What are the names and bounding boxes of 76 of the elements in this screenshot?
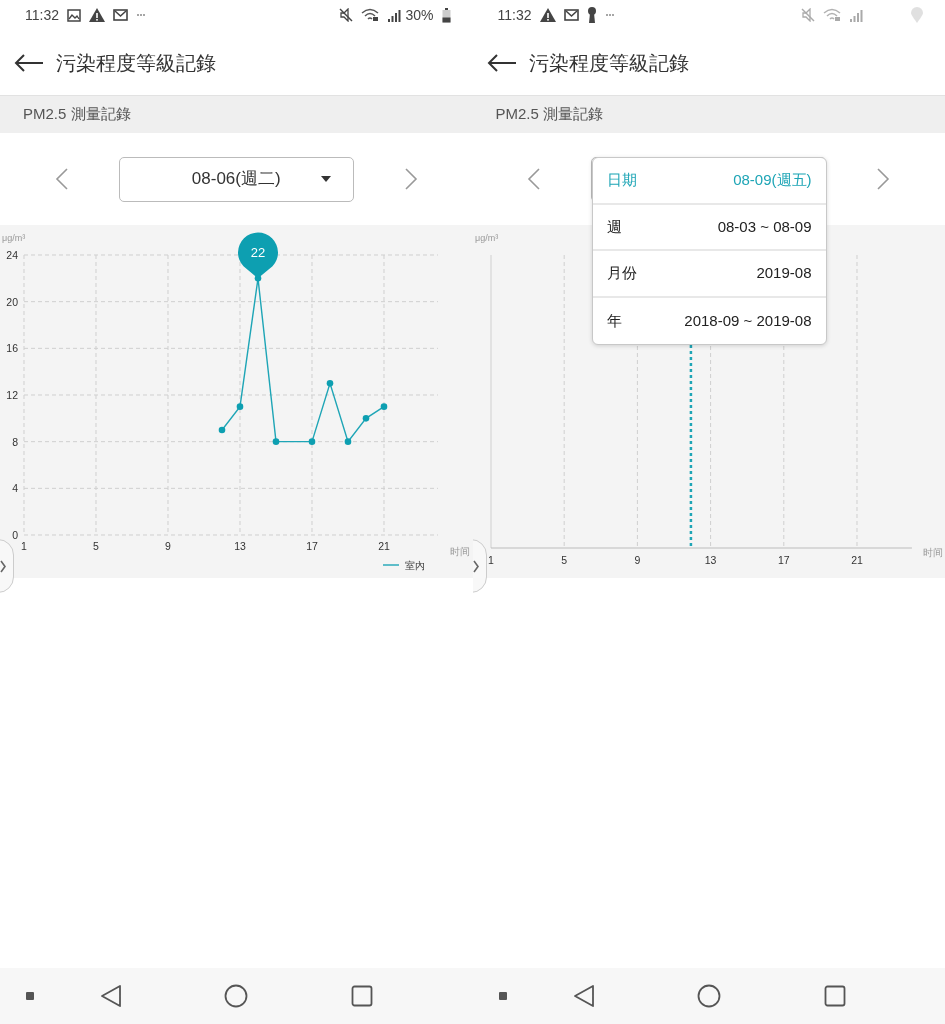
mute-icon — [801, 8, 815, 22]
axis-tick-label: 1 — [487, 554, 494, 566]
menu-item[interactable]: 週 08-03 ~ 08-09 — [592, 204, 826, 251]
status-time: 11:32 — [25, 5, 59, 25]
axis-tick-label: 17 — [777, 554, 790, 566]
recent-apps-icon[interactable] — [351, 985, 373, 1007]
data-point — [272, 438, 280, 445]
data-point — [236, 403, 244, 410]
axis-tick-label: 16 — [6, 342, 18, 355]
menu-item[interactable]: 月份 2019-08 — [592, 251, 826, 298]
axis-tick-label: 5 — [560, 554, 567, 566]
unit-label: μg/m³ — [474, 233, 498, 243]
screen-title: 污染程度等級記錄 — [528, 50, 689, 76]
data-point — [344, 438, 352, 445]
mute-icon — [339, 8, 354, 22]
menu-item[interactable]: 年 2018-09 ~ 2019-08 — [592, 297, 826, 344]
axis-tick-label: 17 — [306, 540, 318, 552]
axis-tick-label: 21 — [850, 554, 863, 566]
home-icon[interactable] — [696, 984, 721, 1008]
axis-tick-label: 0 — [12, 529, 18, 541]
next-icon[interactable] — [876, 168, 891, 190]
axis-tick-label: 1 — [21, 540, 27, 552]
keyhole-icon — [586, 7, 597, 23]
data-point — [326, 380, 334, 387]
legend-label: 室內 — [405, 560, 425, 571]
data-point — [308, 438, 316, 445]
previous-icon[interactable] — [527, 168, 542, 190]
recent-apps-icon[interactable] — [823, 985, 846, 1007]
status-time: 11:32 — [497, 5, 532, 25]
axis-tick-label: 13 — [704, 554, 716, 566]
data-point — [218, 426, 226, 434]
back-icon[interactable] — [100, 984, 122, 1008]
axis-tick-label: 4 — [12, 482, 18, 495]
signal-icon — [849, 8, 863, 22]
next-icon[interactable] — [403, 168, 418, 190]
home-icon[interactable] — [224, 984, 248, 1008]
mail-icon — [563, 9, 579, 21]
axis-tick-label: 9 — [634, 554, 640, 566]
axis-title: 时间 — [450, 546, 470, 557]
axis-title: 时间 — [922, 547, 943, 558]
wifi-icon — [361, 8, 380, 22]
axis-tick-label: 5 — [93, 540, 99, 552]
axis-tick-label: 20 — [6, 295, 18, 308]
data-point — [362, 415, 370, 422]
chevron-icon — [0, 559, 7, 573]
signal-icon — [387, 8, 402, 22]
back-arrow-icon[interactable] — [14, 53, 44, 72]
back-arrow-icon[interactable] — [486, 53, 517, 72]
axis-tick-label: 21 — [378, 540, 390, 552]
section-title: PM2.5 測量記錄 — [23, 104, 131, 125]
section-title: PM2.5 測量記錄 — [495, 104, 604, 125]
chevron-icon — [472, 559, 480, 573]
data-point — [380, 403, 388, 410]
axis-tick-label: 13 — [234, 540, 246, 552]
axis-tick-label: 9 — [165, 540, 171, 552]
battery-level: 30% — [405, 5, 434, 25]
caret-icon — [320, 175, 331, 182]
unit-label: μg/m³ — [2, 233, 26, 243]
mail-icon — [113, 9, 128, 21]
more-icon — [604, 13, 615, 17]
image-icon — [67, 8, 81, 22]
value-balloon: 22 — [238, 232, 278, 279]
back-icon[interactable] — [572, 984, 595, 1008]
previous-icon[interactable] — [54, 168, 69, 190]
more-icon — [136, 13, 146, 17]
date-dropdown[interactable]: 08-06(週二) — [118, 156, 354, 202]
annotation: 22 — [250, 245, 266, 261]
axis-tick-label: 8 — [12, 435, 18, 448]
warning-icon — [539, 8, 556, 22]
location-icon — [911, 7, 923, 23]
axis-tick-label: 12 — [6, 389, 18, 401]
wifi-icon — [823, 8, 841, 22]
warning-icon — [89, 8, 105, 22]
battery-icon — [441, 7, 451, 23]
screen-title: 污染程度等級記錄 — [56, 50, 216, 76]
axis-tick-label: 24 — [6, 249, 18, 261]
